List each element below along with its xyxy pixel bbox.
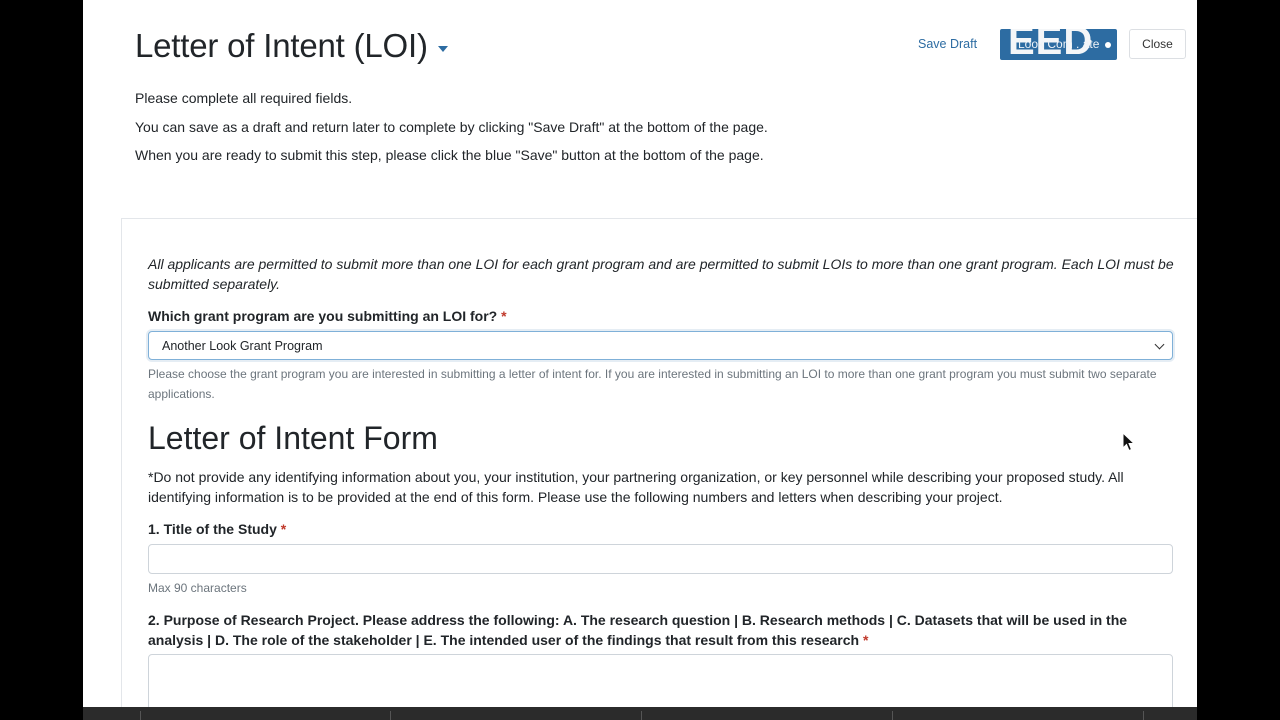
page-title: Letter of Intent (LOI): [135, 27, 428, 64]
toolbar-divider: [641, 711, 642, 720]
save-draft-link[interactable]: Save Draft: [918, 37, 977, 51]
toolbar-divider: [140, 711, 141, 720]
page-header: Letter of Intent (LOI) Save Draft EED Lo…: [83, 0, 1197, 80]
dot-icon: [1105, 42, 1111, 48]
save-button[interactable]: EED Look Com . ate: [1000, 29, 1117, 60]
required-marker: *: [501, 308, 507, 324]
grant-program-select[interactable]: Another Look Grant Program: [148, 331, 1173, 360]
research-purpose-label: 2. Purpose of Research Project. Please a…: [148, 610, 1178, 650]
required-marker: *: [862, 632, 869, 648]
grant-program-help: Please choose the grant program you are …: [148, 367, 1157, 401]
research-purpose-textarea[interactable]: [148, 654, 1173, 707]
research-purpose-label-text: 2. Purpose of Research Project. Please a…: [148, 612, 1128, 648]
study-title-help: Max 90 characters: [148, 581, 247, 595]
grant-program-label: Which grant program are you submitting a…: [148, 306, 507, 326]
save-button-label: Look Com . ate: [1018, 37, 1100, 51]
study-title-label: 1. Title of the Study *: [148, 519, 286, 539]
required-marker: *: [280, 521, 287, 537]
bottom-toolbar: [83, 707, 1197, 720]
toolbar-divider: [892, 711, 893, 720]
close-button[interactable]: Close: [1129, 29, 1186, 59]
intro-line-1: Please complete all required fields.: [135, 90, 353, 106]
caret-down-icon[interactable]: [437, 46, 448, 52]
grant-program-label-text: Which grant program are you submitting a…: [148, 308, 498, 324]
title-dropdown[interactable]: Letter of Intent (LOI): [135, 27, 448, 65]
study-title-input[interactable]: [148, 544, 1173, 574]
intro-line-2: You can save as a draft and return later…: [135, 119, 768, 135]
section-title: Letter of Intent Form: [148, 420, 438, 456]
loi-info-text: All applicants are permitted to submit m…: [148, 256, 1174, 292]
grant-program-selected-value: Another Look Grant Program: [162, 339, 323, 353]
intro-line-3: When you are ready to submit this step, …: [135, 147, 764, 163]
form-page: Letter of Intent (LOI) Save Draft EED Lo…: [83, 0, 1197, 707]
mouse-pointer-icon: [1122, 432, 1136, 452]
toolbar-divider: [1143, 711, 1144, 720]
toolbar-divider: [390, 711, 391, 720]
chevron-down-icon: [1154, 339, 1165, 350]
section-description: *Do not provide any identifying informat…: [148, 469, 1124, 505]
study-title-label-text: 1. Title of the Study: [148, 521, 277, 537]
